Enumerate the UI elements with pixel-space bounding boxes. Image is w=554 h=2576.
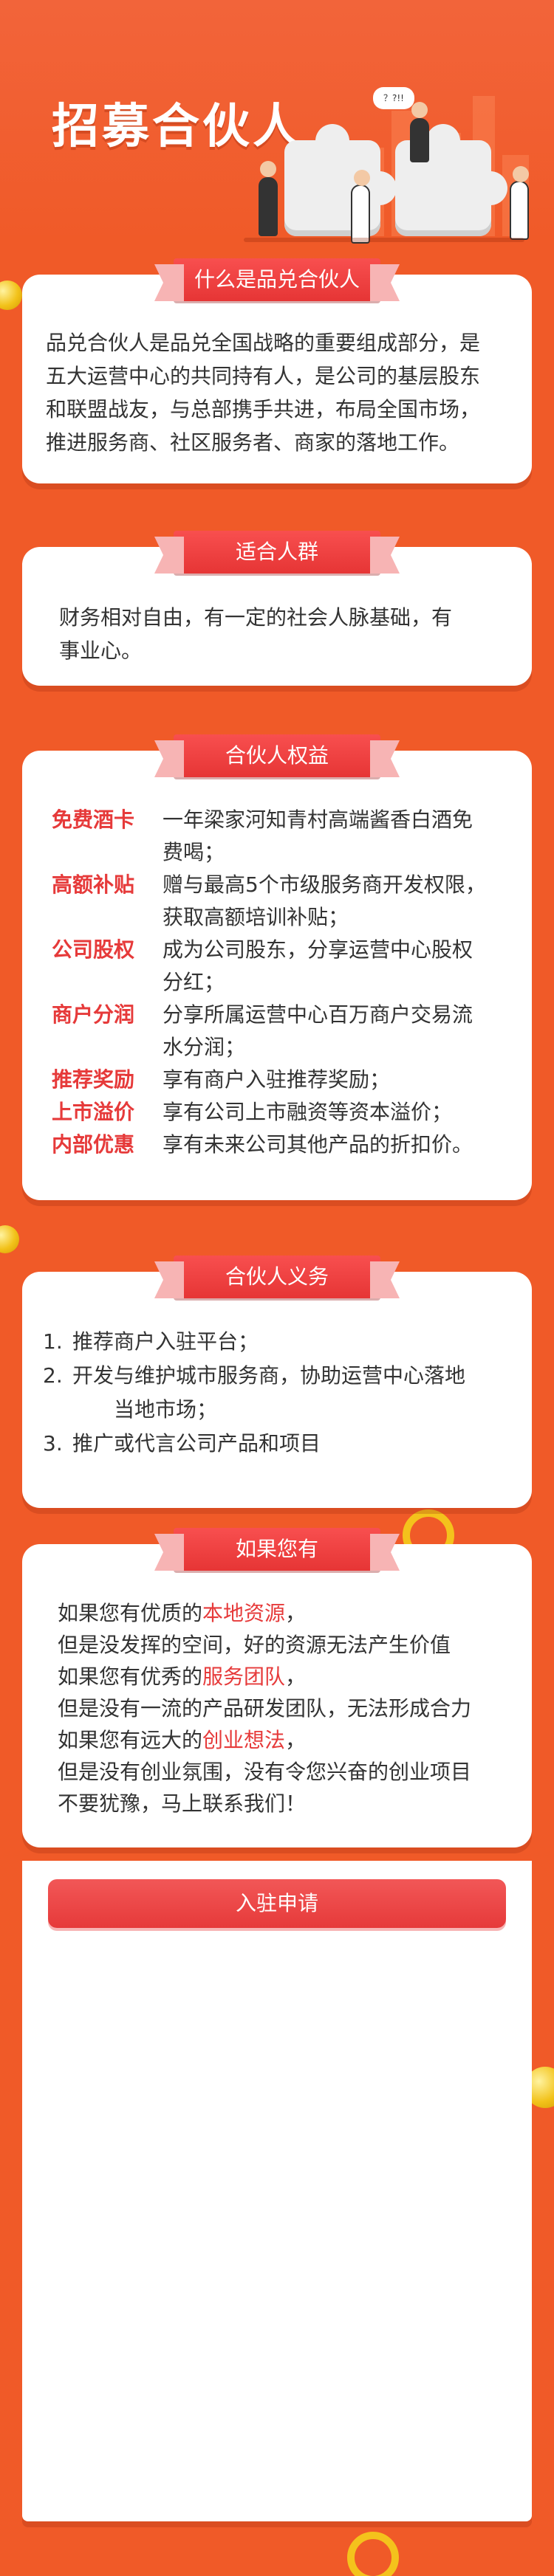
list-item: 商户分润 分享所属运营中心百万商户交易流 水分润； (52, 999, 510, 1064)
highlight-text: 服务团队 (202, 1664, 286, 1689)
speech-bubble: ？?!! (373, 87, 414, 109)
gold-ring-icon (347, 2532, 399, 2576)
hero-title: 招募合伙人 (52, 100, 303, 154)
list-item: 免费酒卡 一年梁家河知青村高端酱香白酒免 费喝； (52, 804, 510, 869)
benefit-label: 上市溢价 (52, 1100, 135, 1124)
highlight-text: 本地资源 (202, 1601, 286, 1625)
benefit-label: 推荐奖励 (52, 1067, 135, 1092)
suitable-people-card: 适合人群 财务相对自由，有一定的社会人脉基础，有 事业心。 (22, 531, 532, 686)
list-item: 高额补贴 赠与最高5个市级服务商开发权限， 获取高额培训补贴； (52, 869, 510, 934)
section-title: 适合人群 (174, 531, 380, 574)
apply-form-card: 入驻申请 (22, 1861, 532, 2521)
section-title: 合伙人权益 (174, 734, 380, 777)
benefit-label: 商户分润 (52, 1002, 135, 1027)
list-item: 上市溢价 享有公司上市融资等资本溢价； (52, 1096, 510, 1129)
highlight-text: 创业想法 (202, 1728, 286, 1752)
list-item: 2. 开发与维护城市服务商，协助运营中心落地 当地市场； (43, 1363, 466, 1422)
list-item: 公司股权 成为公司股东，分享运营中心股权 分红； (52, 934, 510, 999)
person-figure-icon (259, 161, 278, 236)
benefit-label: 内部优惠 (52, 1132, 135, 1157)
benefits-list: 免费酒卡 一年梁家河知青村高端酱香白酒免 费喝； 高额补贴 赠与最高5个市级服务商… (22, 751, 532, 1161)
ground-shadow (244, 238, 524, 242)
list-item: 推荐奖励 享有商户入驻推荐奖励； (52, 1064, 510, 1096)
about-partner-text: 品兑合伙人是品兑全国战略的重要组成部分，是 五大运营中心的共同持有人，是公司的基… (46, 331, 481, 455)
hero-banner: 招募合伙人 ？?!! (0, 0, 554, 244)
duties-list: 1. 推荐商户入驻平台； 2. 开发与维护城市服务商，协助运营中心落地 当地市场；… (22, 1272, 532, 1461)
person-figure-icon (510, 166, 529, 240)
gold-coin-icon (0, 280, 22, 310)
if-you-have-text: 如果您有优质的本地资源， 但是没发挥的空间，好的资源无法产生价值 如果您有优秀的… (58, 1601, 472, 1816)
section-title: 什么是品兑合伙人 (174, 258, 380, 301)
partner-benefits-card: 合伙人权益 免费酒卡 一年梁家河知青村高端酱香白酒免 费喝； 高额补贴 赠与最高5… (22, 734, 532, 1200)
gold-coin-icon (0, 1225, 19, 1253)
benefit-label: 高额补贴 (52, 872, 135, 897)
list-item: 3. 推广或代言公司产品和项目 (43, 1431, 321, 1456)
if-you-have-card: 如果您有 如果您有优质的本地资源， 但是没发挥的空间，好的资源无法产生价值 如果… (22, 1528, 532, 1847)
apply-join-button[interactable]: 入驻申请 (48, 1879, 506, 1928)
section-title: 合伙人义务 (174, 1256, 380, 1298)
section-title: 如果您有 (174, 1528, 380, 1571)
person-figure-icon (410, 102, 429, 162)
benefit-label: 免费酒卡 (52, 807, 135, 832)
list-item: 1. 推荐商户入驻平台； (43, 1329, 259, 1354)
partner-duties-card: 合伙人义务 1. 推荐商户入驻平台； 2. 开发与维护城市服务商，协助运营中心落… (22, 1256, 532, 1508)
about-partner-card: 什么是品兑合伙人 品兑合伙人是品兑全国战略的重要组成部分，是 五大运营中心的共同… (22, 258, 532, 483)
person-figure-icon (351, 170, 370, 244)
list-item: 内部优惠 享有未来公司其他产品的折扣价。 (52, 1129, 510, 1161)
benefit-label: 公司股权 (52, 937, 135, 962)
